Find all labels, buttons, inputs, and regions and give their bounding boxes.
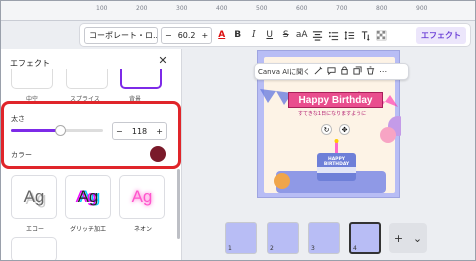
ruler-tick: 400 [216, 5, 228, 12]
vertical-text-icon[interactable] [359, 27, 372, 44]
close-icon[interactable]: ✕ [156, 54, 170, 68]
canva-ai-button[interactable]: Canva AIに聞く [258, 67, 310, 77]
effect-echo-option[interactable]: Ag [11, 175, 57, 219]
delete-icon[interactable] [366, 66, 375, 77]
ruler-tick: 300 [176, 5, 188, 12]
page-number: 2 [270, 245, 274, 252]
rotate-handle-icon[interactable]: ↻ [321, 124, 332, 135]
effects-button[interactable]: エフェクト [416, 26, 466, 44]
effect-option-partial[interactable] [11, 237, 57, 260]
effect-label: ネオン [134, 226, 153, 233]
cake-text: HAPPY BIRTHDAY [323, 157, 350, 167]
thickness-increase-button[interactable]: + [156, 127, 163, 136]
move-handle-icon[interactable]: ✥ [339, 124, 350, 135]
font-selector[interactable]: コーポレート・ロ... [84, 26, 158, 44]
ruler-tick: 800 [376, 5, 388, 12]
effects-panel: エフェクト ✕ 中空 スプライス 背景 太さ − 118 + カラー Ag Ag… [1, 49, 182, 260]
chevron-down-icon[interactable]: ⌄ [413, 232, 422, 245]
effect-label: エコー [26, 226, 45, 233]
slider-handle[interactable] [54, 125, 66, 136]
text-color-button[interactable]: A [215, 27, 228, 44]
element-popover-toolbar: Canva AIに聞く ⋯ [254, 63, 409, 80]
editor-window: 100 200 300 400 500 600 700 800 900 コーポレ… [0, 0, 476, 261]
text-toolbar: コーポレート・ロ... − 60.2 + A B I U S aA エフェクト [79, 23, 471, 47]
cake-illustration: HAPPY BIRTHDAY [314, 139, 359, 185]
magic-icon[interactable] [314, 66, 323, 77]
color-label: カラー [11, 151, 32, 159]
effect-splice-option[interactable] [66, 69, 108, 89]
ruler-tick: 700 [336, 5, 348, 12]
page-number: 1 [228, 245, 232, 252]
thickness-stepper: − 118 + [112, 122, 167, 140]
bold-button[interactable]: B [231, 27, 244, 44]
slider-fill [11, 129, 60, 132]
list-icon[interactable] [327, 27, 340, 44]
more-options-icon[interactable]: ⋯ [379, 67, 387, 76]
ruler-tick: 100 [96, 5, 108, 12]
underline-button[interactable]: U [263, 27, 276, 44]
effect-hollow-option[interactable] [11, 69, 53, 89]
ruler-tick: 600 [296, 5, 308, 12]
font-size-increase-button[interactable]: + [199, 31, 212, 40]
page-number: 4 [353, 245, 357, 252]
strikethrough-button[interactable]: S [279, 27, 292, 44]
ruler-tick: 500 [256, 5, 268, 12]
panel-scrollbar[interactable] [177, 169, 180, 239]
line-spacing-icon[interactable] [343, 27, 356, 44]
transparency-icon[interactable] [375, 27, 388, 44]
align-center-icon[interactable] [311, 27, 324, 44]
design-subtitle-text[interactable]: すてきな1日になりますように [298, 110, 366, 117]
design-title-text[interactable]: Happy Birthday [288, 92, 383, 108]
lock-icon[interactable] [340, 66, 349, 77]
add-page-control: + ⌄ [389, 223, 427, 253]
color-swatch[interactable] [150, 146, 166, 162]
font-size-control: − 60.2 + [161, 26, 213, 44]
thickness-label: 太さ [11, 115, 25, 123]
comment-icon[interactable] [327, 66, 336, 77]
panel-title: エフェクト [10, 59, 50, 68]
effect-glitch-option[interactable]: Ag [65, 175, 111, 219]
ruler: 100 200 300 400 500 600 700 800 900 [1, 1, 475, 21]
font-size-input[interactable]: 60.2 [175, 31, 199, 40]
effect-background-option[interactable] [120, 69, 162, 89]
add-page-button[interactable]: + [394, 232, 403, 245]
thickness-decrease-button[interactable]: − [116, 127, 123, 136]
font-size-decrease-button[interactable]: − [162, 31, 175, 40]
ruler-tick: 200 [136, 5, 148, 12]
thickness-input[interactable]: 118 [132, 127, 147, 136]
letter-case-button[interactable]: aA [295, 27, 308, 44]
effect-thumbnails-row [11, 69, 171, 89]
thickness-slider[interactable] [11, 125, 103, 136]
ruler-tick: 900 [416, 5, 428, 12]
effect-label: グリッチ加工 [70, 226, 107, 233]
page-number: 3 [311, 245, 315, 252]
effect-neon-option[interactable]: Ag [119, 175, 165, 219]
duplicate-icon[interactable] [353, 66, 362, 77]
italic-button[interactable]: I [247, 27, 260, 44]
